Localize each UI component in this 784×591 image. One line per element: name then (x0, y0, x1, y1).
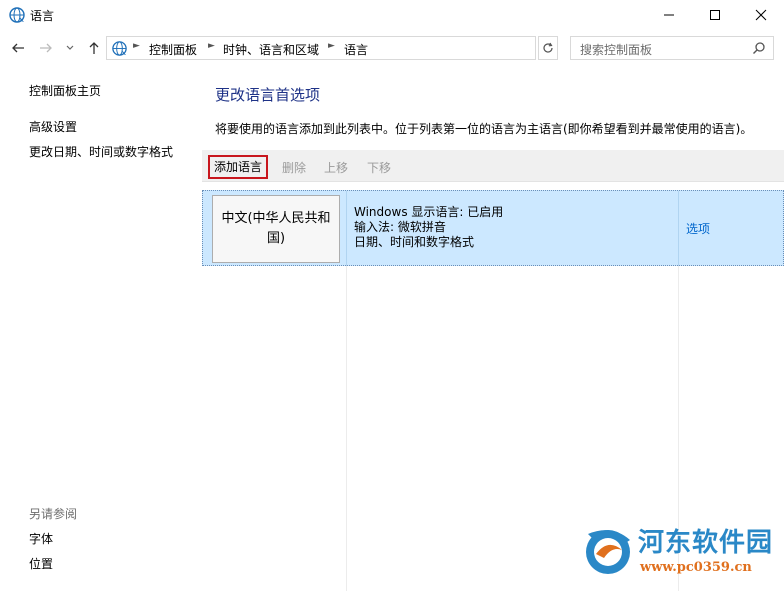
address-bar[interactable]: ► 控制面板 ► 时钟、语言和区域 ► 语言 (106, 36, 636, 60)
watermark-logo-icon (586, 530, 630, 574)
sidebar-item-change-date-time-format[interactable]: 更改日期、时间或数字格式 (29, 143, 173, 160)
search-icon[interactable] (752, 41, 766, 55)
language-name: 中文(中华人民共和国) (221, 211, 331, 246)
refresh-button[interactable] (538, 36, 558, 60)
forward-button[interactable] (36, 38, 56, 58)
search-box[interactable]: 搜索控制面板 (570, 36, 774, 60)
watermark-title: 河东软件园 (638, 528, 774, 558)
input-method: 输入法: 微软拼音 (354, 220, 446, 234)
title-bar: 语言 (0, 0, 784, 30)
navigation-bar: ► 控制面板 ► 时钟、语言和区域 ► 语言 搜索控制面板 (0, 30, 784, 66)
remove-button[interactable]: 删除 (278, 157, 310, 177)
sidebar-item-advanced-settings[interactable]: 高级设置 (29, 118, 77, 135)
breadcrumb-clock-language-region[interactable]: 时钟、语言和区域 (223, 41, 319, 58)
minimize-icon (664, 14, 674, 16)
window-title: 语言 (30, 9, 55, 23)
language-toolbar: 添加语言 删除 上移 下移 (202, 150, 784, 182)
maximize-icon (710, 10, 720, 20)
date-time-number-format: 日期、时间和数字格式 (354, 235, 475, 249)
back-button[interactable] (8, 38, 28, 58)
language-tile[interactable]: 中文(中华人民共和国) (212, 195, 340, 263)
add-language-button[interactable]: 添加语言 (208, 155, 269, 179)
close-button[interactable] (738, 0, 784, 30)
up-button[interactable] (84, 38, 104, 58)
breadcrumb-control-panel[interactable]: 控制面板 (149, 41, 197, 58)
control-panel-icon (112, 41, 127, 56)
language-details: Windows 显示语言: 已启用 输入法: 微软拼音 日期、时间和数字格式 (354, 205, 503, 250)
search-placeholder: 搜索控制面板 (580, 43, 653, 57)
language-row[interactable]: 中文(中华人民共和国) Windows 显示语言: 已启用 输入法: 微软拼音 … (202, 190, 784, 267)
language-options-link[interactable]: 选项 (686, 220, 710, 237)
arrow-right-icon (40, 43, 52, 53)
minimize-button[interactable] (646, 0, 692, 30)
watermark: 河东软件园 www.pc0359.cn (578, 518, 784, 586)
watermark-url: www.pc0359.cn (640, 560, 752, 575)
move-down-button[interactable]: 下移 (363, 157, 395, 177)
refresh-icon (543, 42, 553, 53)
page-title: 更改语言首选项 (215, 86, 321, 104)
maximize-button[interactable] (692, 0, 738, 30)
chevron-down-icon (66, 45, 74, 50)
language-globe-icon (9, 7, 25, 23)
breadcrumb-language[interactable]: 语言 (344, 41, 368, 58)
move-up-button[interactable]: 上移 (320, 157, 352, 177)
column-divider (346, 266, 347, 591)
display-language-status: Windows 显示语言: 已启用 (354, 205, 504, 219)
sidebar-item-fonts[interactable]: 字体 (29, 530, 53, 547)
page-description: 将要使用的语言添加到此列表中。位于列表第一位的语言为主语言(即你希望看到并最常使… (215, 122, 753, 136)
breadcrumb-separator: ► (133, 41, 140, 51)
arrow-left-icon (12, 43, 24, 53)
see-also-label: 另请参阅 (29, 507, 78, 521)
column-divider (346, 191, 347, 267)
column-divider (678, 191, 679, 267)
recent-locations-button[interactable] (60, 38, 80, 58)
sidebar-item-location[interactable]: 位置 (29, 555, 53, 572)
arrow-up-icon (89, 42, 99, 54)
sidebar-item-control-panel-home[interactable]: 控制面板主页 (29, 82, 101, 99)
close-icon (755, 9, 767, 21)
breadcrumb-separator: ► (328, 41, 335, 51)
breadcrumb-separator: ► (208, 41, 215, 51)
